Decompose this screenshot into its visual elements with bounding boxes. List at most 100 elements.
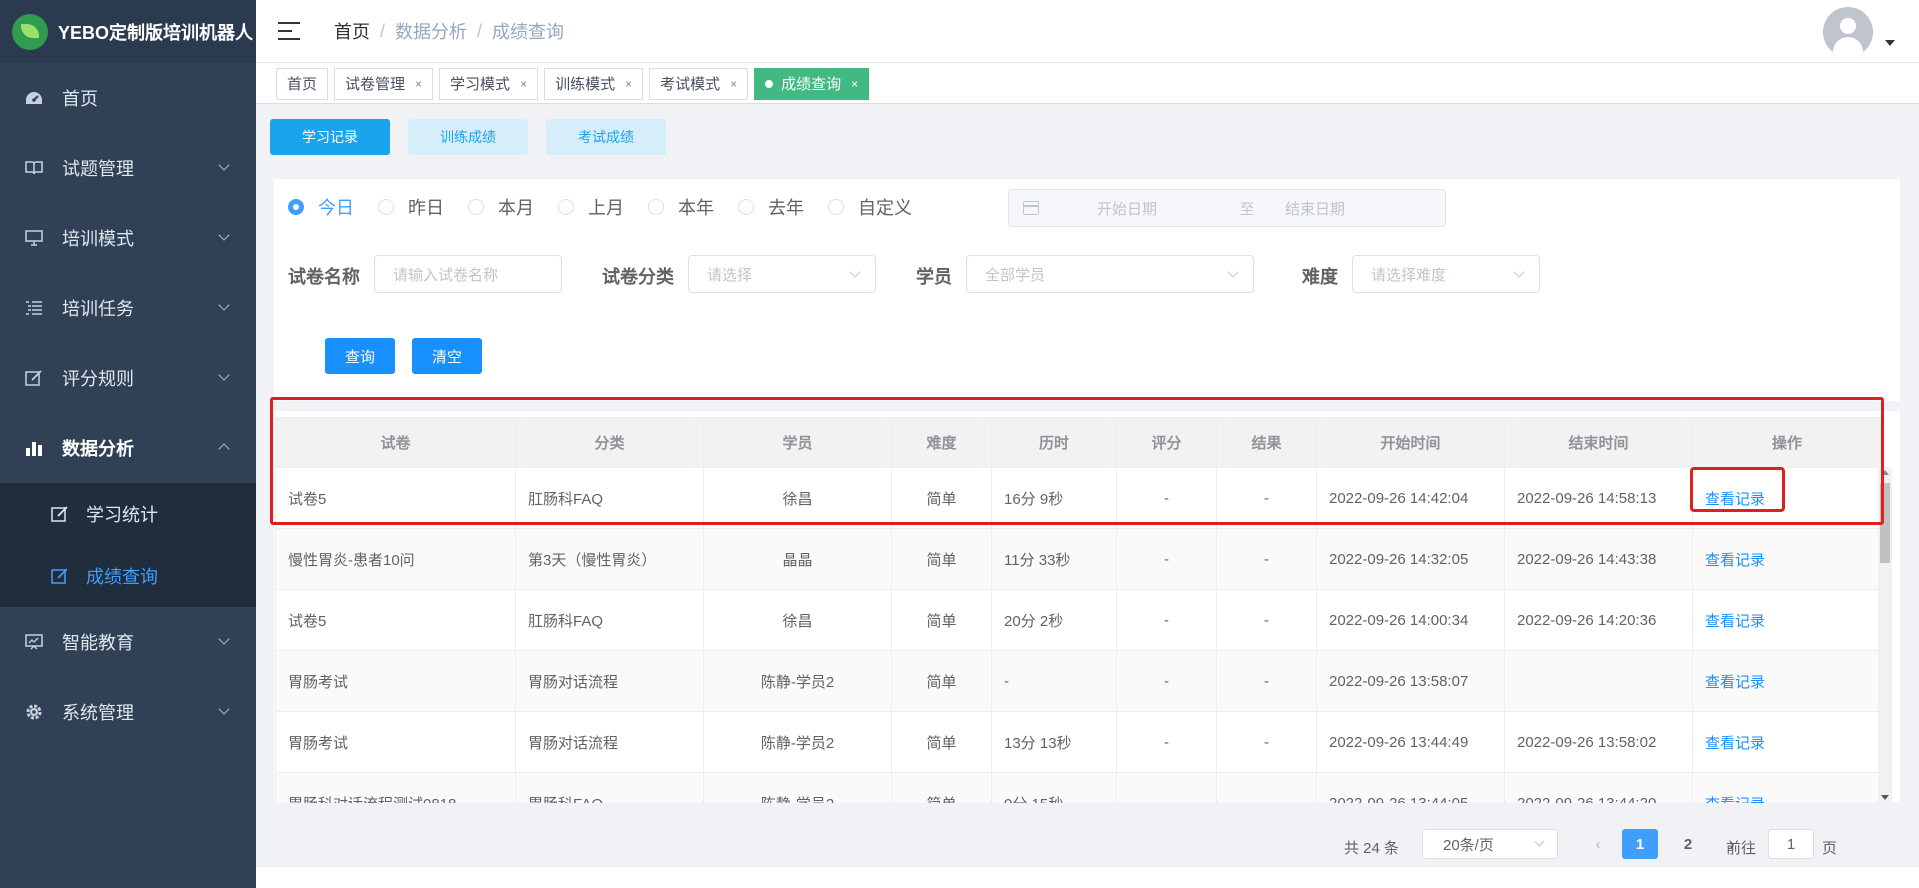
page-unit-label: 页: [1822, 840, 1838, 857]
view-record-link[interactable]: 查看记录: [1705, 613, 1765, 630]
sidebar-item-score-query[interactable]: 成绩查询: [0, 545, 256, 607]
sidebar-item-smart-education[interactable]: 智能教育: [0, 607, 256, 677]
radio-circle: [648, 199, 664, 215]
view-record-link[interactable]: 查看记录: [1705, 491, 1765, 508]
tag-study-mode[interactable]: 学习模式 ×: [439, 67, 539, 100]
tag-score-query[interactable]: 成绩查询 ×: [754, 67, 870, 100]
breadcrumb-home[interactable]: 首页: [334, 18, 370, 44]
edit-icon: [24, 368, 44, 388]
sidebar-item-questions[interactable]: 试题管理: [0, 133, 256, 203]
hamburger-icon[interactable]: [278, 22, 300, 40]
monitor-icon: [24, 228, 44, 248]
cell-score: -: [1116, 528, 1217, 590]
close-icon[interactable]: ×: [851, 77, 858, 91]
sidebar-item-home[interactable]: 首页: [0, 63, 256, 133]
radio-this-month[interactable]: 本月: [468, 194, 534, 220]
table-row: 试卷5 肛肠科FAQ 徐昌 简单 16分 9秒 - - 2022-09-26 1…: [275, 467, 1882, 529]
tag-practice-mode[interactable]: 训练模式 ×: [544, 67, 644, 100]
close-icon[interactable]: ×: [625, 77, 632, 91]
radio-yesterday[interactable]: 昨日: [378, 194, 444, 220]
brand: YEBO定制版培训机器人: [0, 0, 256, 63]
chevron-down-icon: [218, 159, 230, 171]
query-button[interactable]: 查询: [325, 338, 395, 374]
cell-difficulty: 简单: [891, 589, 992, 651]
paper-name-input[interactable]: 请输入试卷名称: [374, 255, 562, 293]
sidebar-item-system[interactable]: 系统管理: [0, 677, 256, 747]
paper-category-select[interactable]: 请选择: [688, 255, 876, 293]
cell-category: 肛肠科FAQ: [515, 467, 704, 529]
sidebar-item-data-analysis[interactable]: 数据分析: [0, 413, 256, 483]
caret-down-icon[interactable]: [1885, 40, 1895, 46]
page-button-2[interactable]: 2: [1670, 829, 1706, 859]
radio-label: 本年: [678, 198, 714, 218]
sidebar-item-training-tasks[interactable]: 培训任务: [0, 273, 256, 343]
bar-chart-icon: [24, 438, 44, 458]
sidebar-item-training-mode[interactable]: 培训模式: [0, 203, 256, 273]
close-icon[interactable]: ×: [415, 77, 422, 91]
date-range-picker[interactable]: 开始日期 至 结束日期: [1008, 189, 1446, 227]
prev-page-button[interactable]: ‹: [1580, 829, 1616, 859]
radio-this-year[interactable]: 本年: [648, 194, 714, 220]
clear-button[interactable]: 清空: [412, 338, 482, 374]
table-scrollbar[interactable]: [1878, 467, 1892, 803]
tag-exam-mode[interactable]: 考试模式 ×: [649, 67, 749, 100]
column-header: 操作: [1692, 417, 1882, 468]
cell-start-time: 2022-09-26 13:58:07: [1316, 650, 1505, 712]
tag-home[interactable]: 首页: [276, 67, 329, 100]
radio-last-year[interactable]: 去年: [738, 194, 804, 220]
pagination: 共 24 条 20条/页 ‹ 1 2 › 前往 1 页: [256, 829, 1919, 859]
student-select[interactable]: 全部学员: [966, 255, 1254, 293]
chevron-down-icon: [1513, 266, 1525, 278]
close-icon[interactable]: ×: [730, 77, 737, 91]
difficulty-select[interactable]: 请选择难度: [1352, 255, 1540, 293]
view-record-link[interactable]: 查看记录: [1705, 735, 1765, 752]
total-count: 共 24 条: [1344, 840, 1400, 857]
sidebar-item-study-stats[interactable]: 学习统计: [0, 483, 256, 545]
table-row: 胃肠考试 胃肠对话流程 陈静-学员2 简单 13分 13秒 - - 2022-0…: [275, 711, 1882, 773]
breadcrumb-separator: /: [477, 20, 483, 41]
view-record-link[interactable]: 查看记录: [1705, 674, 1765, 691]
column-header: 结果: [1216, 417, 1317, 468]
edit-icon: [50, 566, 70, 586]
tab-study-records[interactable]: 学习记录: [270, 119, 390, 155]
cell-category: 第3天（慢性胃炎）: [515, 528, 704, 590]
radio-today[interactable]: 今日: [288, 194, 354, 220]
scroll-down-icon[interactable]: [1881, 795, 1889, 800]
cell-start-time: 2022-09-26 14:42:04: [1316, 467, 1505, 529]
scrollbar-thumb[interactable]: [1880, 483, 1890, 563]
table-row: 试卷5 肛肠科FAQ 徐昌 简单 20分 2秒 - - 2022-09-26 1…: [275, 589, 1882, 651]
sidebar-item-label: 培训模式: [62, 229, 134, 249]
cell-result: -: [1216, 528, 1317, 590]
table-row: 胃肠考试 胃肠对话流程 陈静-学员2 简单 - - - 2022-09-26 1…: [275, 650, 1882, 712]
goto-page-input[interactable]: 1: [1768, 829, 1814, 859]
cell-duration: -: [991, 650, 1117, 712]
radio-custom[interactable]: 自定义: [828, 194, 912, 220]
radio-last-month[interactable]: 上月: [558, 194, 624, 220]
student-label: 学员: [916, 267, 952, 287]
tab-practice-scores[interactable]: 训练成绩: [408, 119, 528, 155]
cell-end-time: 2022-09-26 13:44:20: [1504, 772, 1693, 803]
dashboard-icon: [24, 88, 44, 108]
view-record-link[interactable]: 查看记录: [1705, 552, 1765, 569]
view-record-link[interactable]: 查看记录: [1705, 796, 1765, 804]
tag-paper-management[interactable]: 试卷管理 ×: [334, 67, 434, 100]
page-button-1[interactable]: 1: [1622, 829, 1658, 859]
sidebar-item-label: 系统管理: [62, 703, 134, 723]
column-header: 历时: [991, 417, 1117, 468]
close-icon[interactable]: ×: [520, 77, 527, 91]
cell-action: 查看记录: [1692, 467, 1882, 529]
tab-exam-scores[interactable]: 考试成绩: [546, 119, 666, 155]
leaf-logo-icon: [12, 13, 48, 50]
chevron-up-icon: [218, 443, 230, 455]
cell-category: 胃肠对话流程: [515, 711, 704, 773]
cell-category: 胃肠科FAQ: [515, 772, 704, 803]
chevron-down-icon: [849, 266, 861, 278]
sidebar-item-scoring-rules[interactable]: 评分规则: [0, 343, 256, 413]
start-date-placeholder[interactable]: 开始日期: [1097, 198, 1217, 219]
page-size-select[interactable]: 20条/页: [1422, 829, 1558, 859]
avatar[interactable]: [1823, 7, 1873, 57]
book-icon: [24, 158, 44, 178]
end-date-placeholder[interactable]: 结束日期: [1285, 198, 1345, 219]
calendar-icon: [1023, 201, 1039, 215]
scroll-up-icon[interactable]: [1881, 470, 1889, 475]
